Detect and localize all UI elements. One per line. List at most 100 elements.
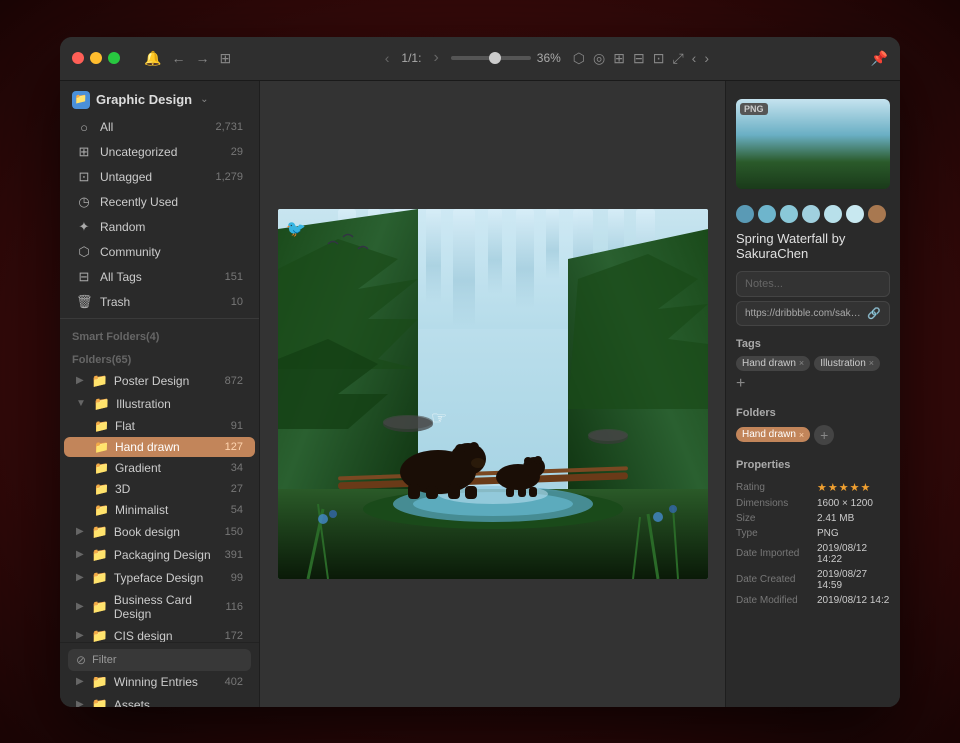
type-label: Type [736,528,811,539]
folder-typeface-label: Typeface Design [114,571,225,585]
sidebar-header: 📁 Graphic Design ⌄ [60,81,259,115]
star-1: ★ [817,481,827,494]
folder-packaging-count: 391 [225,549,243,561]
folder-cis-count: 172 [225,630,243,642]
expand-icon[interactable]: ⤢ [672,50,683,67]
folder-typeface[interactable]: ▶ 📁 Typeface Design 99 [64,567,255,589]
sidebar-item-uncategorized[interactable]: ⊞ Uncategorized 29 [64,140,255,164]
arrow-right-icon[interactable]: → [195,50,209,67]
folder-tag-remove[interactable]: × [799,430,804,440]
subfolder-hand-drawn[interactable]: 📁 Hand drawn 127 [64,437,255,457]
forward-arrow[interactable]: › [433,49,438,67]
subfolder-minimalist[interactable]: 📁 Minimalist 54 [64,500,255,520]
close-button[interactable] [72,52,84,64]
copy-icon[interactable]: ⊟ [633,50,645,67]
tag-hand-drawn-remove[interactable]: × [799,358,804,368]
panel-notes[interactable]: Notes... [736,271,890,297]
add-folder-button[interactable]: + [814,425,834,445]
loop-icon[interactable]: ◎ [593,50,605,67]
back-arrow[interactable]: ‹ [385,50,390,66]
business-card-expand-icon: ▶ [76,601,84,612]
typeface-expand-icon: ▶ [76,572,84,583]
sidebar-item-trash-label: Trash [100,295,223,309]
typeface-folder-icon: 📁 [92,570,108,586]
folder-assets-label: Assets [114,698,243,707]
nav-arrows: ‹ [385,50,390,66]
all-icon: ○ [76,120,92,135]
folder-poster-design-count: 872 [225,375,243,387]
swatch-7[interactable] [868,205,886,223]
folder-assets[interactable]: ▶ 📁 Assets [64,694,255,707]
filter-bar[interactable]: ⊘ Filter [68,649,251,671]
hand-drawn-folder-icon: 📁 [94,440,109,454]
folders-section-title: Folders [726,399,900,423]
date-modified-value: 2019/08/12 14:2 [817,595,890,606]
tag-illustration[interactable]: Illustration × [814,356,880,371]
subfolder-minimalist-label: Minimalist [115,503,225,517]
sidebar-item-untagged[interactable]: ⊡ Untagged 1,279 [64,165,255,189]
sidebar-item-uncategorized-count: 29 [231,146,243,158]
sidebar-item-all[interactable]: ○ All 2,731 [64,116,255,139]
tag-illustration-remove[interactable]: × [869,358,874,368]
folders-area: Hand drawn × + [726,423,900,451]
grid2-icon[interactable]: ⊡ [653,50,665,67]
date-created-label: Date Created [736,574,811,585]
share-icon[interactable]: ⬡ [573,50,585,67]
traffic-lights [72,52,120,64]
arrow-left-icon[interactable]: ← [171,50,185,67]
sidebar-item-all-tags[interactable]: ⊟ All Tags 151 [64,265,255,289]
swatch-6[interactable] [846,205,864,223]
rating-stars[interactable]: ★ ★ ★ ★ ★ [817,481,870,494]
sidebar-item-recently-used[interactable]: ◷ Recently Used [64,190,255,214]
folder-book-design[interactable]: ▶ 📁 Book design 150 [64,521,255,543]
chevron-right-icon[interactable]: › [704,50,709,67]
swatch-1[interactable] [736,205,754,223]
zoom-slider[interactable] [451,56,531,60]
sidebar-item-community[interactable]: ⬡ Community [64,240,255,264]
main-image: 🐦 ☞ [278,209,708,579]
subfolder-3d[interactable]: 📁 3D 27 [64,479,255,499]
zoom-slider-thumb [489,52,501,64]
minimize-button[interactable] [90,52,102,64]
pin-icon[interactable]: 📌 [871,50,888,67]
property-size: Size 2.41 MB [736,511,890,526]
right-panel: PNG Spring Waterfall by SakuraChen Notes… [725,81,900,707]
panel-title: Spring Waterfall by SakuraChen [726,227,900,267]
book-folder-icon: 📁 [92,524,108,540]
subfolder-gradient[interactable]: 📁 Gradient 34 [64,458,255,478]
property-date-imported: Date Imported 2019/08/12 14:22 [736,541,890,567]
dimensions-value: 1600 × 1200 [817,498,890,509]
sidebar-item-random[interactable]: ✦ Random [64,215,255,239]
folder-poster-design-label: Poster Design [114,374,219,388]
recently-used-icon: ◷ [76,194,92,210]
main-content: 📁 Graphic Design ⌄ ○ All 2,731 ⊞ Uncateg… [60,81,900,707]
bell-icon[interactable]: 🔔 [144,50,161,67]
swatch-3[interactable] [780,205,798,223]
swatch-4[interactable] [802,205,820,223]
dimensions-label: Dimensions [736,498,811,509]
folder-tag-hand-drawn[interactable]: Hand drawn × [736,427,810,442]
folder-packaging[interactable]: ▶ 📁 Packaging Design 391 [64,544,255,566]
subfolder-flat[interactable]: 📁 Flat 91 [64,416,255,436]
title-bar-center: ‹ 1/1: › 36% ⬡ ◎ ⊞ ⊟ ⊡ ⤢ ‹ › [239,49,854,67]
folder-poster-design[interactable]: ▶ 📁 Poster Design 872 [64,370,255,392]
sidebar-item-trash[interactable]: 🗑 Trash 10 [64,290,255,314]
columns-icon[interactable]: ⊞ [613,50,625,67]
folder-business-card[interactable]: ▶ 📁 Business Card Design 116 [64,590,255,624]
swatch-2[interactable] [758,205,776,223]
property-rating: Rating ★ ★ ★ ★ ★ [736,479,890,496]
subfolder-3d-count: 27 [231,483,243,495]
chevron-left-icon[interactable]: ‹ [692,50,697,67]
folder-illustration[interactable]: ▼ 📁 Illustration [64,393,255,415]
maximize-button[interactable] [108,52,120,64]
gradient-folder-icon: 📁 [94,461,109,475]
swatch-5[interactable] [824,205,842,223]
grid-icon[interactable]: ⊞ [219,50,231,67]
tag-hand-drawn[interactable]: Hand drawn × [736,356,810,371]
add-tag-button[interactable]: + [736,375,745,393]
panel-link[interactable]: https://dribbble.com/sakurac 🔗 [736,301,890,326]
tags-section-title: Tags [726,330,900,354]
folder-typeface-count: 99 [231,572,243,584]
size-label: Size [736,513,811,524]
app-window: 🔔 ← → ⊞ ‹ 1/1: › 36% ⬡ ◎ ⊞ ⊟ [60,37,900,707]
